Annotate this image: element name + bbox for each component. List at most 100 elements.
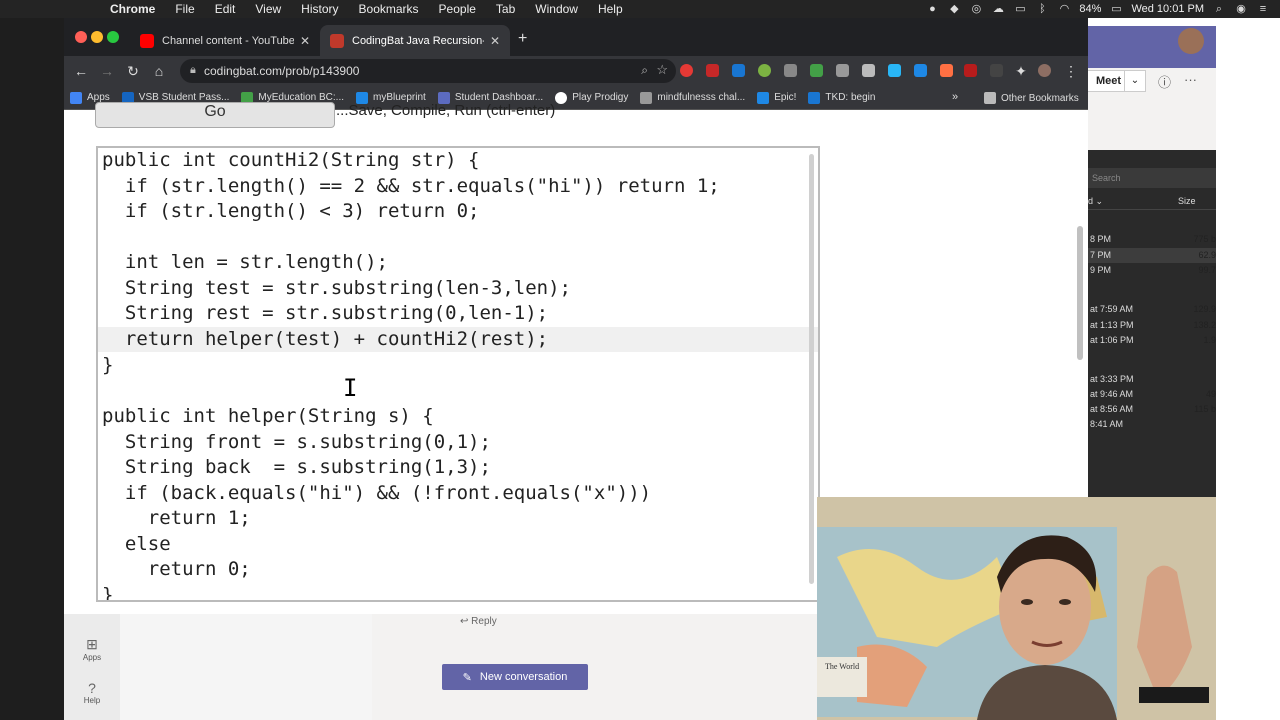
menu-help[interactable]: Help [588, 2, 633, 16]
menu-view[interactable]: View [245, 2, 291, 16]
bluetooth-icon[interactable]: ᛒ [1035, 3, 1049, 15]
extension-tool-icon[interactable] [940, 64, 953, 77]
new-conversation-button[interactable]: ✎ New conversation [442, 664, 588, 690]
notification-center-icon[interactable]: ≡ [1256, 3, 1270, 15]
code-line[interactable]: public int helper(String s) { [98, 404, 818, 429]
list-item[interactable]: 8 PM 775 b [1088, 232, 1216, 247]
bookmark-tkd[interactable]: TKD: begin [802, 86, 881, 110]
code-line[interactable] [98, 378, 818, 403]
code-line[interactable]: public int countHi2(String str) { [98, 148, 818, 173]
code-line[interactable]: } [98, 583, 818, 600]
app-menu-chrome[interactable]: Chrome [100, 2, 165, 16]
more-options-icon[interactable]: ··· [1184, 72, 1197, 87]
code-editor[interactable]: public int countHi2(String str) { if (st… [96, 146, 820, 602]
rail-help[interactable]: ? Help [64, 680, 120, 705]
zoom-icon[interactable]: ⌕ [641, 63, 648, 78]
sort-chevron-icon[interactable]: d ⌄ [1088, 196, 1103, 207]
close-tab-icon[interactable]: ✕ [300, 34, 310, 48]
code-line[interactable] [98, 225, 818, 250]
code-line[interactable]: String rest = str.substring(0,len-1); [98, 301, 818, 326]
sync-icon[interactable]: ◎ [969, 3, 983, 15]
bookmark-epic[interactable]: Epic! [751, 86, 802, 110]
list-item[interactable]: at 1:06 PM 1.9 [1088, 333, 1216, 348]
new-tab-button[interactable]: + [518, 30, 527, 48]
list-item[interactable]: at 1:13 PM 138.2 [1088, 318, 1216, 333]
extension-green-icon[interactable] [758, 64, 771, 77]
code-line[interactable]: int len = str.length(); [98, 250, 818, 275]
bookmark-mindfulness[interactable]: mindfulnesss chal... [634, 86, 751, 110]
list-item[interactable]: at 7:59 AM 129.9 [1088, 302, 1216, 317]
meet-chevron-down-icon[interactable]: ⌄ [1124, 70, 1146, 92]
extension-adblock-icon[interactable] [680, 64, 693, 77]
code-line[interactable]: String back = s.substring(1,3); [98, 455, 818, 480]
close-tab-icon[interactable]: ✕ [490, 34, 500, 48]
page-scrollbar[interactable] [1077, 226, 1083, 360]
code-line-current[interactable]: return helper(test) + countHi2(rest); [98, 327, 818, 352]
bookmark-star-icon[interactable]: ☆ [656, 62, 668, 78]
extension-doc-icon[interactable] [862, 64, 875, 77]
extensions-puzzle-icon[interactable]: ✦ [1012, 62, 1030, 80]
info-icon[interactable]: ⓘ [1158, 72, 1171, 91]
close-window-button[interactable] [75, 31, 87, 43]
extension-screencast-icon[interactable] [706, 64, 719, 77]
tab-codingbat[interactable]: CodingBat Java Recursion-1 co ✕ [320, 25, 510, 56]
reload-icon[interactable]: ↻ [124, 62, 142, 80]
menu-history[interactable]: History [291, 2, 348, 16]
code-line[interactable]: } [98, 353, 818, 378]
other-bookmarks[interactable]: Other Bookmarks [978, 86, 1085, 110]
extension-translate-icon[interactable] [914, 64, 927, 77]
extension-drive-icon[interactable] [810, 64, 823, 77]
finder-search-field[interactable]: Search [1088, 168, 1216, 188]
menu-file[interactable]: File [165, 2, 204, 16]
minimize-window-button[interactable] [91, 31, 103, 43]
back-arrow-icon[interactable]: ← [72, 62, 90, 80]
forward-arrow-icon[interactable]: → [98, 62, 116, 80]
rail-apps[interactable]: ⊞ Apps [64, 636, 120, 662]
code-line[interactable]: return 0; [98, 557, 818, 582]
address-bar[interactable]: 🔒︎ codingbat.com/prob/p143900 ⌕ ☆ [180, 59, 676, 83]
code-line[interactable]: String test = str.substring(len-3,len); [98, 276, 818, 301]
more-bookmarks-chevron-icon[interactable]: » [952, 91, 958, 103]
code-line[interactable]: if (str.length() == 2 && str.equals("hi"… [98, 174, 818, 199]
list-item[interactable]: at 8:56 AM 115 b [1088, 402, 1216, 417]
list-item[interactable]: 9 PM 99.7 [1088, 263, 1216, 278]
record-icon[interactable]: ● [925, 3, 939, 15]
tab-youtube-studio[interactable]: Channel content - YouTube Stu ✕ [130, 25, 320, 56]
extension-grid-icon[interactable] [784, 64, 797, 77]
go-button[interactable]: Go [95, 102, 335, 128]
code-line[interactable]: String front = s.substring(0,1); [98, 430, 818, 455]
list-item[interactable]: 8:41 AM [1088, 417, 1216, 432]
extension-p-icon[interactable] [732, 64, 745, 77]
lock-icon[interactable]: 🔒︎ [190, 64, 196, 77]
battery-icon[interactable]: ▭ [1109, 3, 1123, 15]
avatar[interactable] [1178, 28, 1204, 54]
extension-status-icon[interactable]: ◆ [947, 3, 961, 15]
clock[interactable]: Wed 10:01 PM [1131, 3, 1204, 15]
extension-edit-icon[interactable] [836, 64, 849, 77]
profile-avatar[interactable] [1038, 64, 1051, 77]
display-icon[interactable]: ▭ [1013, 3, 1027, 15]
menu-tab[interactable]: Tab [486, 2, 525, 16]
list-item[interactable]: at 3:33 PM [1088, 372, 1216, 387]
spotlight-search-icon[interactable]: ⌕ [1212, 3, 1226, 15]
list-item[interactable]: at 9:46 AM 49 [1088, 387, 1216, 402]
menu-window[interactable]: Window [525, 2, 588, 16]
home-icon[interactable]: ⌂ [150, 62, 168, 80]
maximize-window-button[interactable] [107, 31, 119, 43]
url-text[interactable]: codingbat.com/prob/p143900 [204, 64, 359, 78]
code-line[interactable]: else [98, 532, 818, 557]
code-line[interactable]: if (str.length() < 3) return 0; [98, 199, 818, 224]
code-line[interactable]: return 1; [98, 506, 818, 531]
extension-red-icon[interactable] [964, 64, 977, 77]
menu-edit[interactable]: Edit [205, 2, 246, 16]
bookmark-play-prodigy[interactable]: Play Prodigy [549, 86, 634, 110]
wifi-icon[interactable]: ◠ [1057, 3, 1071, 15]
reply-link[interactable]: ↩ Reply [460, 616, 497, 627]
chrome-menu-icon[interactable]: ⋮ [1062, 62, 1080, 80]
cloud-icon[interactable]: ☁ [991, 3, 1005, 15]
menu-people[interactable]: People [429, 2, 486, 16]
extension-dark-icon[interactable] [990, 64, 1003, 77]
siri-icon[interactable]: ◉ [1234, 3, 1248, 15]
size-column-header[interactable]: Size [1178, 196, 1196, 206]
editor-scrollbar[interactable] [809, 154, 814, 584]
